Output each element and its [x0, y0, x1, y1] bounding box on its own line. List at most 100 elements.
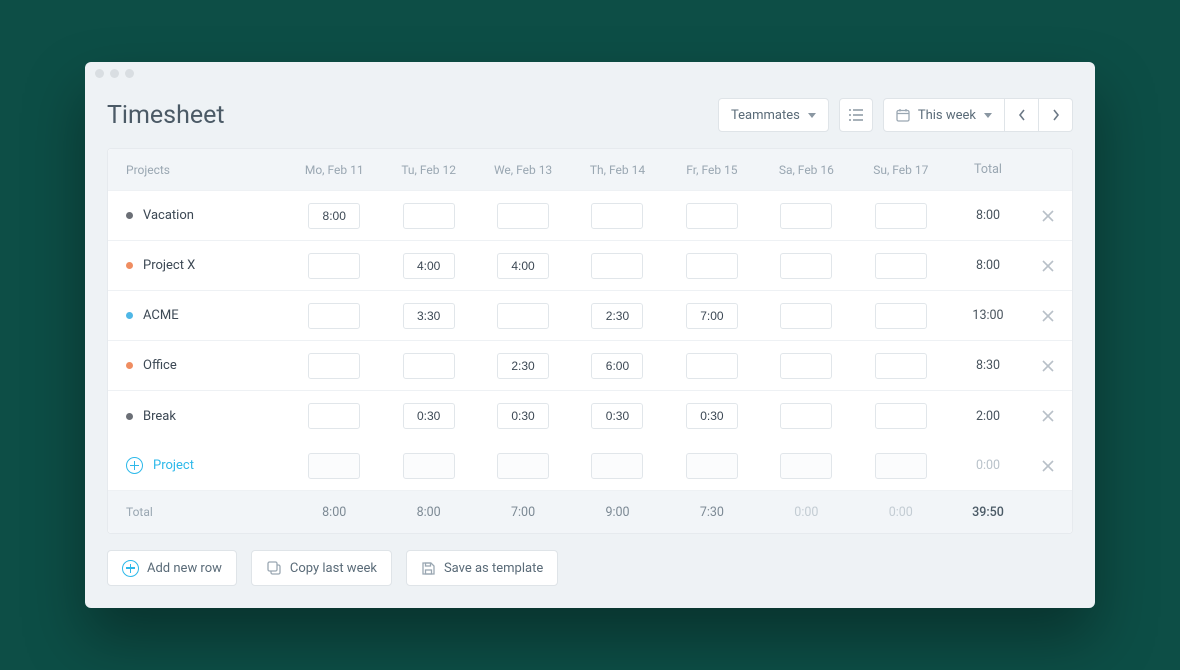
time-input[interactable] — [308, 403, 360, 429]
time-input[interactable] — [497, 353, 549, 379]
time-input[interactable] — [875, 453, 927, 479]
calendar-icon — [896, 108, 910, 122]
footer-day-total: 7:30 — [665, 505, 759, 520]
time-input[interactable] — [875, 253, 927, 279]
project-color-dot — [126, 312, 133, 319]
time-input[interactable] — [875, 403, 927, 429]
footer-day-total: 0:00 — [854, 505, 948, 520]
time-input[interactable] — [308, 253, 360, 279]
chevron-left-icon — [1018, 109, 1026, 121]
time-input[interactable] — [591, 453, 643, 479]
project-color-dot — [126, 262, 133, 269]
row-total: 8:00 — [948, 208, 1028, 223]
next-week-button[interactable] — [1039, 98, 1073, 132]
time-input[interactable] — [308, 453, 360, 479]
col-header-total: Total — [948, 162, 1028, 177]
plus-circle-icon — [126, 457, 143, 474]
time-input[interactable] — [403, 353, 455, 379]
project-name: Project X — [143, 258, 195, 273]
project-name: Break — [143, 409, 176, 424]
time-input[interactable] — [591, 353, 643, 379]
delete-row-button[interactable] — [1028, 260, 1068, 272]
time-input[interactable] — [780, 253, 832, 279]
delete-row-button[interactable] — [1028, 310, 1068, 322]
time-input[interactable] — [686, 453, 738, 479]
copy-last-week-button[interactable]: Copy last week — [251, 550, 392, 586]
row-total: 0:00 — [948, 458, 1028, 473]
row-total: 8:00 — [948, 258, 1028, 273]
time-input[interactable] — [497, 253, 549, 279]
time-input[interactable] — [686, 253, 738, 279]
time-input[interactable] — [497, 453, 549, 479]
add-new-row-button[interactable]: Add new row — [107, 550, 237, 586]
time-input[interactable] — [403, 253, 455, 279]
header-toolbar: Teammates — [718, 98, 1073, 132]
save-icon — [421, 561, 436, 576]
time-input[interactable] — [686, 303, 738, 329]
chevron-right-icon — [1052, 109, 1060, 121]
time-input[interactable] — [308, 203, 360, 229]
delete-row-button[interactable] — [1028, 460, 1068, 472]
time-input[interactable] — [403, 453, 455, 479]
caret-down-icon — [808, 113, 816, 118]
time-input[interactable] — [591, 303, 643, 329]
time-input[interactable] — [591, 203, 643, 229]
time-input[interactable] — [875, 303, 927, 329]
time-input[interactable] — [780, 403, 832, 429]
time-input[interactable] — [497, 303, 549, 329]
table-row: ACME 13:00 — [108, 291, 1072, 341]
time-input[interactable] — [780, 303, 832, 329]
col-header-day: Tu, Feb 12 — [381, 163, 475, 177]
app-window: Timesheet Teammates — [85, 62, 1095, 608]
row-total: 13:00 — [948, 308, 1028, 323]
teammates-dropdown[interactable]: Teammates — [718, 98, 829, 132]
time-input[interactable] — [780, 453, 832, 479]
save-as-template-button[interactable]: Save as template — [406, 550, 558, 586]
time-input[interactable] — [497, 203, 549, 229]
add-project-button[interactable]: Project — [112, 457, 287, 474]
copy-last-week-label: Copy last week — [290, 561, 377, 576]
time-input[interactable] — [591, 253, 643, 279]
project-name: Vacation — [143, 208, 194, 223]
col-header-day: Th, Feb 14 — [570, 163, 664, 177]
week-picker-label: This week — [918, 108, 976, 123]
project-cell: ACME — [112, 308, 287, 323]
time-input[interactable] — [403, 303, 455, 329]
time-input[interactable] — [308, 303, 360, 329]
time-input[interactable] — [875, 353, 927, 379]
delete-row-button[interactable] — [1028, 210, 1068, 222]
time-input[interactable] — [591, 403, 643, 429]
col-header-projects: Projects — [112, 163, 287, 177]
col-header-day: Su, Feb 17 — [854, 163, 948, 177]
time-input[interactable] — [497, 403, 549, 429]
project-color-dot — [126, 362, 133, 369]
table-row: Office 8:30 — [108, 341, 1072, 391]
project-name: Office — [143, 358, 177, 373]
grand-total: 39:50 — [948, 505, 1028, 520]
time-input[interactable] — [686, 353, 738, 379]
list-view-toggle[interactable] — [839, 98, 873, 132]
time-input[interactable] — [403, 403, 455, 429]
col-header-day: We, Feb 13 — [476, 163, 570, 177]
time-input[interactable] — [780, 203, 832, 229]
time-input[interactable] — [403, 203, 455, 229]
delete-row-button[interactable] — [1028, 410, 1068, 422]
time-input[interactable] — [875, 203, 927, 229]
time-input[interactable] — [780, 353, 832, 379]
project-cell: Break — [112, 409, 287, 424]
delete-row-button[interactable] — [1028, 360, 1068, 372]
row-total: 2:00 — [948, 409, 1028, 424]
prev-week-button[interactable] — [1005, 98, 1039, 132]
time-input[interactable] — [686, 203, 738, 229]
row-total: 8:30 — [948, 358, 1028, 373]
footer-day-total: 8:00 — [287, 505, 381, 520]
table-header-row: Projects Mo, Feb 11 Tu, Feb 12 We, Feb 1… — [108, 149, 1072, 191]
table-row: Break 2:00 — [108, 391, 1072, 441]
project-color-dot — [126, 413, 133, 420]
plus-circle-icon — [122, 560, 139, 577]
time-input[interactable] — [686, 403, 738, 429]
table-footer-row: Total 8:00 8:00 7:00 9:00 7:30 0:00 0:00… — [108, 491, 1072, 533]
project-cell: Office — [112, 358, 287, 373]
time-input[interactable] — [308, 353, 360, 379]
week-picker-dropdown[interactable]: This week — [883, 98, 1005, 132]
